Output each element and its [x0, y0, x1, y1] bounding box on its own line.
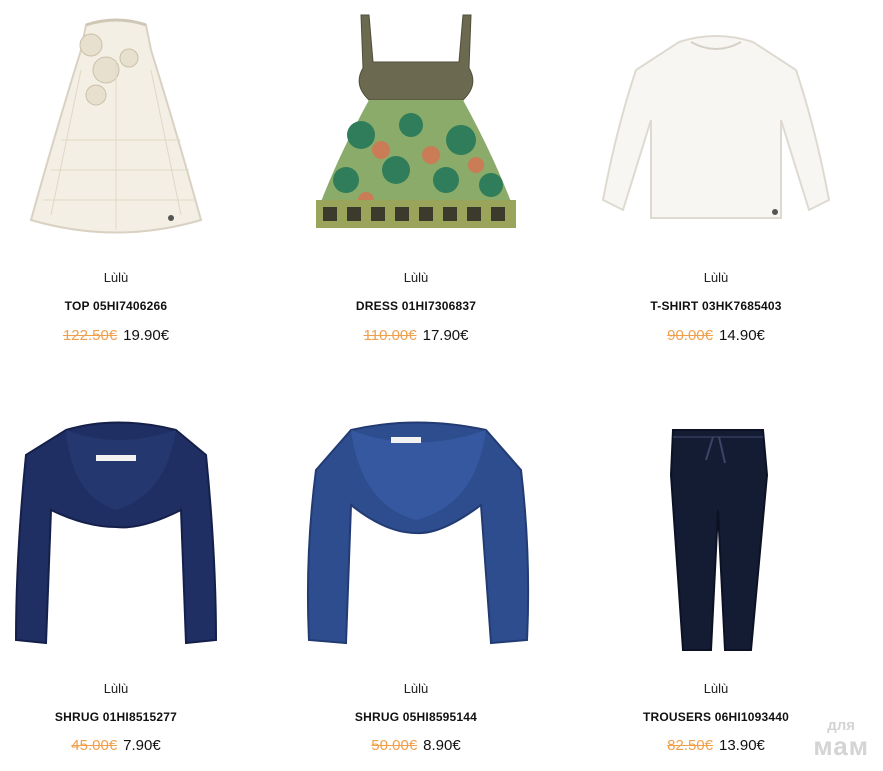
old-price: 110.00€	[363, 327, 417, 344]
product-image-tshirt[interactable]	[591, 0, 841, 250]
sale-price: 14.90€	[719, 327, 765, 344]
sale-price: 7.90€	[123, 737, 161, 754]
white-tshirt-icon	[601, 35, 831, 219]
product-grid: Lùlù TOP 05HI7406266 122.50€ 19.90€ Lùlù…	[0, 0, 883, 771]
product-image-top[interactable]	[0, 0, 241, 250]
product-brand: Lùlù	[403, 681, 429, 696]
navy-shrug-icon	[14, 421, 218, 645]
product-image-dress[interactable]	[291, 0, 541, 250]
product-image-shrug-blue[interactable]	[291, 415, 541, 665]
sale-price: 19.90€	[123, 327, 170, 344]
old-price: 122.50€	[62, 327, 118, 344]
product-image-shrug-navy[interactable]	[0, 415, 241, 665]
product-name[interactable]: SHRUG 01HI8515277	[0, 710, 241, 724]
old-price: 90.00€	[667, 327, 713, 344]
product-name[interactable]: TROUSERS 06HI1093440	[591, 710, 841, 724]
product-prices: 50.00€ 8.90€	[291, 737, 541, 754]
old-price: 82.50€	[667, 737, 713, 754]
product-name[interactable]: T-SHIRT 03HK7685403	[591, 299, 841, 313]
old-price: 45.00€	[71, 737, 118, 754]
product-prices: 45.00€ 7.90€	[0, 737, 241, 754]
product-brand: Lùlù	[403, 270, 429, 285]
sale-price: 17.90€	[422, 327, 469, 344]
product-name[interactable]: TOP 05HI7406266	[0, 299, 241, 313]
product-brand: Lùlù	[703, 681, 729, 696]
product-prices: 82.50€ 13.90€	[591, 737, 841, 754]
white-lace-top-icon	[29, 18, 203, 234]
product-brand: Lùlù	[703, 270, 729, 285]
product-prices: 90.00€ 14.90€	[591, 327, 841, 344]
product-image-trousers[interactable]	[591, 415, 841, 665]
product-name[interactable]: SHRUG 05HI8595144	[291, 710, 541, 724]
product-prices: 122.50€ 19.90€	[0, 327, 241, 344]
sale-price: 13.90€	[719, 737, 765, 754]
watermark-logo: для мам	[813, 718, 869, 759]
product-prices: 110.00€ 17.90€	[291, 327, 541, 344]
blue-shrug-icon	[306, 421, 530, 645]
sale-price: 8.90€	[423, 737, 461, 754]
old-price: 50.00€	[371, 737, 418, 754]
navy-trousers-icon	[669, 429, 769, 651]
patterned-dress-icon	[316, 14, 516, 228]
product-brand: Lùlù	[103, 681, 129, 696]
product-brand: Lùlù	[103, 270, 129, 285]
product-name[interactable]: DRESS 01HI7306837	[291, 299, 541, 313]
watermark-bottom-text: мам	[813, 731, 869, 761]
